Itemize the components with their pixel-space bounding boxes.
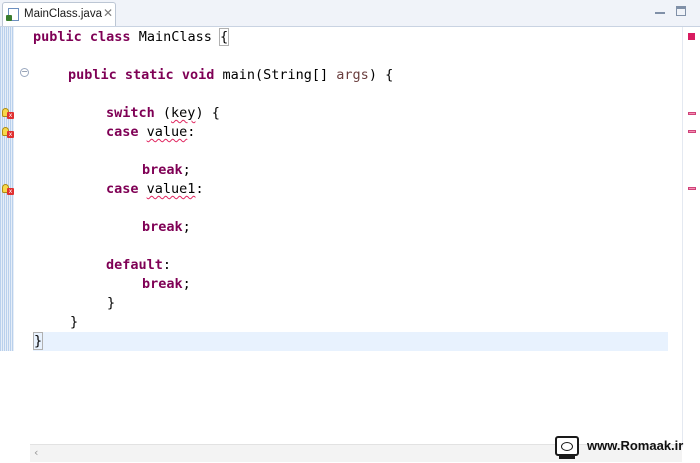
code-line-14: break; — [142, 276, 191, 292]
java-file-icon — [6, 8, 19, 21]
error-token: key — [171, 105, 196, 121]
code-line-16: } — [70, 314, 79, 330]
code-line-11: break; — [142, 219, 191, 235]
overview-error-mark[interactable] — [688, 187, 696, 190]
romaak-logo-icon — [555, 436, 579, 459]
code-line-3: public static void main(String[] args) { — [68, 67, 394, 83]
annotation-ruler — [14, 27, 30, 437]
tab-mainclass-java[interactable]: MainClass.java ✕ — [2, 2, 116, 26]
overview-error-mark[interactable] — [688, 130, 696, 133]
watermark-text: www.Romaak.ir — [587, 438, 684, 453]
error-marker-icon[interactable]: x — [2, 184, 14, 195]
code-line-6: case value: — [106, 124, 196, 140]
overview-ruler[interactable] — [682, 27, 700, 447]
error-marker-icon[interactable]: x — [2, 127, 14, 138]
minimize-icon[interactable] — [655, 8, 665, 14]
fold-collapse-icon[interactable]: − — [20, 68, 29, 77]
code-line-8: break; — [142, 162, 191, 178]
scroll-left-icon[interactable]: ‹ — [34, 446, 38, 459]
editor-tab-bar: MainClass.java ✕ — [0, 0, 700, 27]
error-token: value1 — [146, 181, 196, 197]
error-token: value — [146, 124, 188, 140]
maximize-icon[interactable] — [676, 6, 686, 16]
code-line-9: case value1: — [106, 181, 204, 197]
overview-error-mark[interactable] — [688, 112, 696, 115]
code-line-5: switch (key) { — [106, 105, 220, 121]
code-line-13: default: — [106, 257, 172, 273]
code-editor[interactable]: public class MainClass { public static v… — [32, 27, 668, 437]
close-tab-icon[interactable]: ✕ — [103, 6, 113, 20]
code-line-17: } — [32, 332, 44, 350]
error-marker-icon[interactable]: x — [2, 108, 14, 119]
tab-label: MainClass.java — [24, 8, 102, 20]
code-line-1: public class MainClass { — [33, 28, 230, 46]
error-summary-icon[interactable] — [688, 33, 695, 40]
code-line-15: } — [107, 295, 116, 311]
watermark: www.Romaak.ir — [555, 436, 695, 459]
